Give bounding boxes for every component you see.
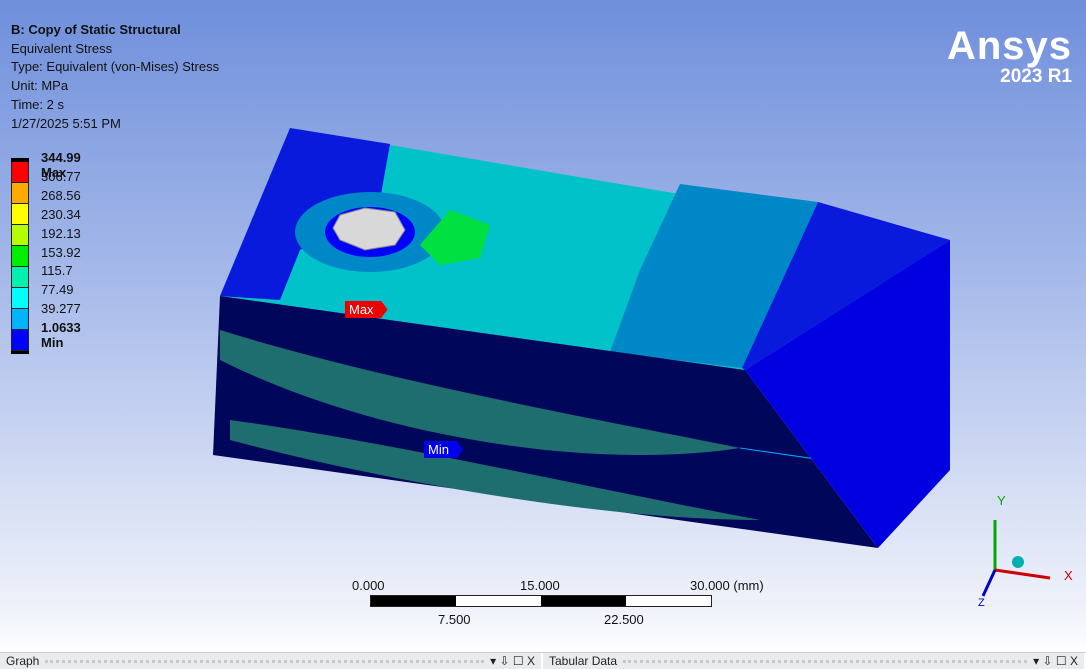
- legend-swatch: [11, 225, 29, 246]
- ansys-logo: Ansys 2023 R1: [947, 26, 1072, 88]
- graph-pane-controls[interactable]: ▾ ⇩ ☐ X: [490, 654, 535, 668]
- scale-tick-15: 15.000: [520, 578, 560, 593]
- triad-z: [981, 569, 997, 597]
- scale-bar: 0.000 15.000 30.000 (mm) 7.500 22.500: [340, 578, 780, 638]
- result-unit: Unit: MPa: [11, 78, 69, 94]
- legend-swatch: [11, 162, 29, 183]
- legend-swatch: [11, 246, 29, 267]
- graph-pane-header[interactable]: Graph ▾ ⇩ ☐ X: [0, 653, 543, 669]
- logo-version: 2023 R1: [1000, 66, 1072, 87]
- legend-label: 1.0633 Min: [41, 320, 81, 351]
- analysis-title: B: Copy of Static Structural: [11, 22, 181, 37]
- legend-label: 230.34: [41, 206, 81, 222]
- scale-tick-22.5: 22.500: [604, 612, 644, 627]
- result-date: 1/27/2025 5:51 PM: [11, 115, 121, 131]
- triad-z-label: Z: [978, 597, 985, 609]
- result-name: Equivalent Stress: [11, 40, 113, 56]
- result-info: B: Copy of Static Structural Equivalent …: [11, 21, 219, 133]
- triad-iso-ball[interactable]: [1012, 556, 1024, 568]
- bottom-panels: Graph ▾ ⇩ ☐ X Tabular Data ▾ ⇩ ☐ X: [0, 652, 1086, 669]
- graph-pane-title: Graph: [6, 654, 40, 668]
- result-type: Type: Equivalent (von-Mises) Stress: [11, 59, 220, 75]
- legend-swatch: [11, 309, 29, 330]
- tabular-pane-title: Tabular Data: [549, 654, 618, 668]
- legend-label: 39.277: [41, 301, 81, 317]
- triad-x-label: X: [1064, 568, 1073, 583]
- scale-bar-graphic: [370, 595, 712, 607]
- graphics-viewport[interactable]: Y X Z B: Copy of Static Structural Equiv…: [0, 0, 1086, 652]
- tabular-pane-controls[interactable]: ▾ ⇩ ☐ X: [1033, 654, 1078, 668]
- legend-swatch: [11, 288, 29, 309]
- legend-label: 192.13: [41, 225, 81, 241]
- result-time: Time: 2 s: [11, 96, 64, 112]
- contour-legend: 344.99 Max 306.77 268.56 230.34 192.13 153.92…: [11, 150, 81, 354]
- min-probe[interactable]: Min: [424, 441, 463, 458]
- scale-tick-7.5: 7.500: [438, 612, 471, 627]
- max-probe[interactable]: Max: [345, 301, 388, 318]
- legend-label: 306.77: [41, 168, 81, 184]
- legend-swatch: [11, 183, 29, 204]
- logo-brand: Ansys: [946, 24, 1072, 68]
- legend-swatch: [11, 330, 29, 351]
- scale-tick-30: 30.000 (mm): [690, 578, 764, 593]
- triad-x: [994, 568, 1051, 580]
- scale-tick-0: 0.000: [352, 578, 385, 593]
- tabular-pane-header[interactable]: Tabular Data ▾ ⇩ ☐ X: [543, 653, 1086, 669]
- triad-y-label: Y: [997, 493, 1006, 508]
- legend-label: 153.92: [41, 244, 81, 260]
- legend-label: 115.7: [41, 263, 73, 279]
- legend-swatch: [11, 204, 29, 225]
- legend-label: 77.49: [41, 282, 74, 298]
- legend-swatch: [11, 267, 29, 288]
- legend-label: 268.56: [41, 187, 81, 203]
